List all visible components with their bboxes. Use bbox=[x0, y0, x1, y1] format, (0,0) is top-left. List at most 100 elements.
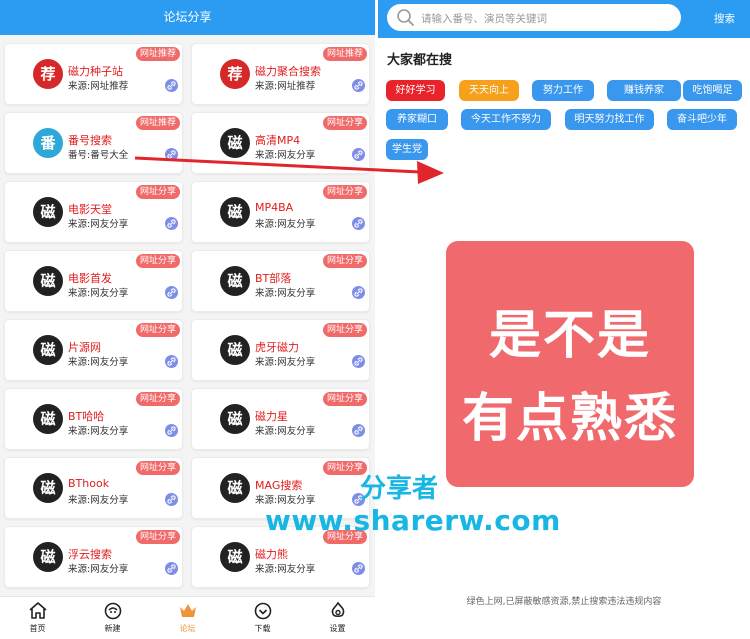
watermark-url: www.sharerw.com bbox=[265, 504, 561, 537]
site-source: 来源:网友分享 bbox=[68, 564, 129, 575]
site-card[interactable]: 荐磁力种子站 来源:网址推荐 网址推荐 bbox=[4, 43, 183, 105]
site-logo: 番 bbox=[33, 128, 63, 158]
link-icon[interactable] bbox=[165, 424, 178, 437]
hot-search-chip[interactable]: 吃饱喝足 bbox=[683, 80, 742, 101]
search-screen: 请输入番号、演员等关键词 搜索 大家都在搜 好好学习 天天向上 努力工作 赚钱养家 吃饱… bbox=[378, 0, 750, 639]
download-icon bbox=[254, 602, 271, 620]
link-icon[interactable] bbox=[352, 562, 365, 575]
watermark-title: 分享者 bbox=[360, 474, 439, 504]
tab-label: 首页 bbox=[29, 624, 46, 633]
site-source: 来源:网友分享 bbox=[255, 564, 316, 575]
site-source: 来源:网友分享 bbox=[68, 495, 129, 506]
site-name: BT部落 bbox=[255, 272, 292, 285]
hot-search-chip[interactable]: 努力工作 bbox=[532, 80, 594, 101]
site-card[interactable]: 磁电影首发 来源:网友分享 网址分享 bbox=[4, 250, 183, 312]
site-logo: 磁 bbox=[220, 197, 250, 227]
site-name: 磁力聚合搜索 bbox=[255, 65, 321, 78]
site-card[interactable]: 磁浮云搜索 来源:网友分享 网址分享 bbox=[4, 526, 183, 588]
hot-search-chip[interactable]: 赚钱养家 bbox=[607, 80, 681, 101]
link-icon[interactable] bbox=[352, 148, 365, 161]
hot-search-chip[interactable]: 好好学习 bbox=[386, 80, 445, 101]
bottom-tab-bar: 首页 新建 论坛 下载 设置 bbox=[0, 596, 375, 639]
site-logo: 荐 bbox=[33, 59, 63, 89]
tab-label: 下载 bbox=[254, 624, 271, 633]
site-tag-badge: 网址分享 bbox=[135, 254, 180, 268]
link-icon[interactable] bbox=[352, 424, 365, 437]
site-tag-badge: 网址分享 bbox=[322, 392, 367, 406]
site-name: MP4BA bbox=[255, 201, 294, 214]
search-icon bbox=[397, 9, 414, 26]
site-tag-badge: 网址分享 bbox=[322, 185, 367, 199]
link-icon[interactable] bbox=[352, 355, 365, 368]
site-card[interactable]: 磁高清MP4 来源:网友分享 网址分享 bbox=[191, 112, 370, 174]
page-title: 论坛分享 bbox=[163, 10, 212, 24]
tab-download[interactable]: 下载 bbox=[225, 597, 300, 639]
site-source: 来源:网友分享 bbox=[255, 426, 316, 437]
site-name: BThook bbox=[68, 477, 110, 490]
site-card[interactable]: 磁片源网 来源:网友分享 网址分享 bbox=[4, 319, 183, 381]
site-card[interactable]: 荐磁力聚合搜索 来源:网址推荐 网址推荐 bbox=[191, 43, 370, 105]
tab-home[interactable]: 首页 bbox=[0, 597, 75, 639]
site-card[interactable]: 磁 BThook 来源:网友分享 网址分享 bbox=[4, 457, 183, 519]
site-source: 番号:番号大全 bbox=[68, 150, 129, 161]
crown-icon bbox=[179, 604, 196, 617]
site-tag-badge: 网址推荐 bbox=[135, 116, 180, 130]
site-logo: 磁 bbox=[33, 335, 63, 365]
site-name: 番号搜索 bbox=[68, 134, 112, 147]
tab-forum[interactable]: 论坛 bbox=[150, 597, 225, 639]
site-name: 磁力星 bbox=[255, 410, 288, 423]
search-header: 请输入番号、演员等关键词 搜索 bbox=[378, 0, 750, 38]
site-source: 来源:网友分享 bbox=[255, 219, 316, 230]
site-tag-badge: 网址分享 bbox=[135, 530, 180, 544]
site-card[interactable]: 磁虎牙磁力 来源:网友分享 网址分享 bbox=[191, 319, 370, 381]
site-source: 来源:网友分享 bbox=[68, 219, 129, 230]
link-icon[interactable] bbox=[165, 355, 178, 368]
site-card[interactable]: 番番号搜索番号:番号大全 网址推荐 bbox=[4, 112, 183, 174]
tab-new[interactable]: 新建 bbox=[75, 597, 150, 639]
link-icon[interactable] bbox=[165, 286, 178, 299]
site-source: 来源:网址推荐 bbox=[68, 81, 129, 92]
site-logo: 磁 bbox=[33, 473, 63, 503]
site-tag-badge: 网址分享 bbox=[322, 116, 367, 130]
search-button[interactable]: 搜索 bbox=[714, 11, 735, 26]
tab-settings[interactable]: 设置 bbox=[300, 597, 375, 639]
hot-search-chip[interactable]: 奋斗吧少年 bbox=[667, 109, 737, 130]
link-icon[interactable] bbox=[352, 79, 365, 92]
caption-line-2: 有点熟悉 bbox=[461, 389, 678, 449]
hot-search-chip[interactable]: 明天努力找工作 bbox=[565, 109, 654, 130]
link-icon[interactable] bbox=[352, 217, 365, 230]
hot-search-title: 大家都在搜 bbox=[387, 53, 453, 68]
site-card[interactable]: 磁 MP4BA 来源:网友分享 网址分享 bbox=[191, 181, 370, 243]
site-card[interactable]: 磁磁力星 来源:网友分享 网址分享 bbox=[191, 388, 370, 450]
hot-search-chip[interactable]: 天天向上 bbox=[459, 80, 519, 101]
site-source: 来源:网址推荐 bbox=[255, 81, 316, 92]
site-name: 磁力种子站 bbox=[68, 65, 123, 78]
caption-line-1: 是不是 bbox=[488, 306, 651, 366]
tab-label: 新建 bbox=[104, 624, 121, 633]
search-input[interactable]: 请输入番号、演员等关键词 bbox=[387, 4, 681, 31]
site-tag-badge: 网址推荐 bbox=[322, 47, 367, 61]
site-name: MAG搜索 bbox=[255, 479, 303, 492]
site-name: 磁力熊 bbox=[255, 548, 288, 561]
site-source: 来源:网友分享 bbox=[68, 288, 129, 299]
link-icon[interactable] bbox=[165, 148, 178, 161]
site-card[interactable]: 磁 BT部落 来源:网友分享 网址分享 bbox=[191, 250, 370, 312]
link-icon[interactable] bbox=[165, 493, 178, 506]
site-source: 来源:网友分享 bbox=[255, 288, 316, 299]
site-logo: 磁 bbox=[220, 542, 250, 572]
hot-search-chip[interactable]: 今天工作不努力 bbox=[461, 109, 551, 130]
site-tag-badge: 网址分享 bbox=[135, 461, 180, 475]
link-icon[interactable] bbox=[165, 562, 178, 575]
site-card[interactable]: 磁 BT哈哈 来源:网友分享 网址分享 bbox=[4, 388, 183, 450]
site-tag-badge: 网址分享 bbox=[135, 323, 180, 337]
link-icon[interactable] bbox=[352, 286, 365, 299]
site-logo: 磁 bbox=[220, 128, 250, 158]
link-icon[interactable] bbox=[165, 217, 178, 230]
site-card[interactable]: 磁电影天堂 来源:网友分享 网址分享 bbox=[4, 181, 183, 243]
hot-search-chip[interactable]: 养家糊口 bbox=[386, 109, 448, 130]
site-logo: 磁 bbox=[33, 404, 63, 434]
link-icon[interactable] bbox=[165, 79, 178, 92]
hot-search-chip[interactable]: 学生党 bbox=[386, 139, 428, 160]
overlay-caption-card: 是不是 有点熟悉 bbox=[446, 241, 694, 487]
screenshot-stage: 论坛分享 荐磁力种子站 来源:网址推荐 网址推荐荐磁力聚合搜索 来源:网址推荐 网址推荐… bbox=[0, 0, 750, 639]
